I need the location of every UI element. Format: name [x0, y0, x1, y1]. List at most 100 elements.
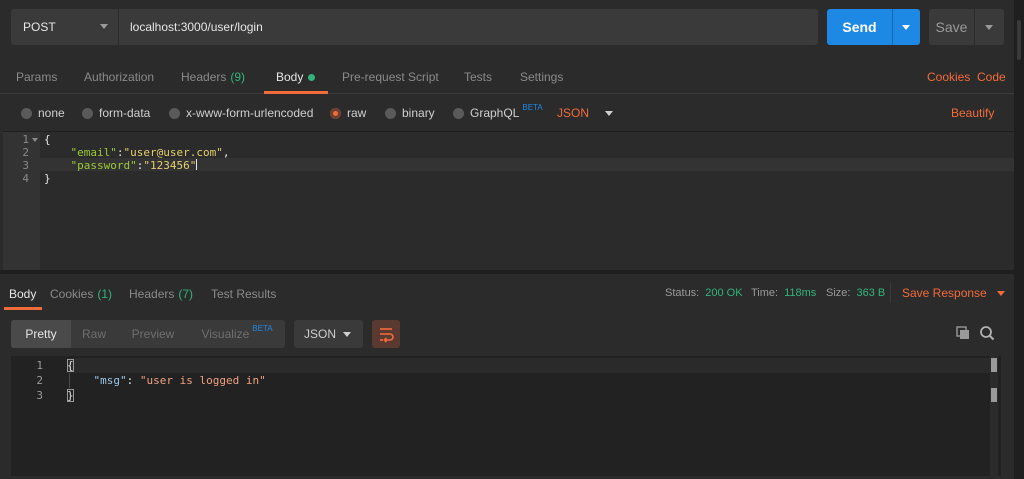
method-value: POST — [23, 20, 56, 34]
tab-count: (9) — [230, 70, 246, 84]
copy-icon[interactable] — [955, 325, 971, 341]
modified-dot-icon — [308, 73, 316, 81]
send-options-chevron-icon[interactable] — [902, 25, 910, 30]
tab-count: (7) — [178, 287, 194, 301]
request-body-editor[interactable]: 1 2 3 4 { "email":"user@user.com", "pass… — [3, 131, 1014, 271]
msg-key: "msg" — [93, 374, 127, 387]
response-tab-test-results[interactable]: Test Results — [211, 278, 276, 310]
view-label: Pretty — [25, 327, 57, 341]
status-value: 200 OK — [705, 287, 743, 299]
tab-label: Settings — [520, 70, 564, 84]
beautify-button[interactable]: Beautify — [951, 96, 994, 130]
code-line-3: "password":"123456" — [70, 159, 198, 172]
radio-label: form-data — [99, 106, 151, 120]
close-brace: } — [44, 172, 51, 185]
radio-none[interactable]: none — [21, 96, 65, 130]
view-raw[interactable]: Raw — [71, 320, 117, 348]
chevron-down-icon — [100, 24, 108, 29]
active-response-tab-indicator — [4, 307, 42, 310]
cookies-link[interactable]: Cookies — [927, 60, 970, 94]
tab-body[interactable]: Body — [276, 60, 316, 94]
beta-badge: BETA — [522, 102, 543, 112]
view-pretty[interactable]: Pretty — [11, 320, 71, 348]
line-number: 3 — [36, 389, 43, 402]
tab-label: Headers — [181, 70, 227, 84]
radio-form-data[interactable]: form-data — [82, 96, 150, 130]
tab-tests[interactable]: Tests — [464, 60, 492, 94]
radio-label: binary — [402, 106, 435, 120]
window-scrollbar-thumb[interactable] — [1017, 20, 1021, 60]
password-key: "password" — [70, 159, 137, 172]
window-scrollbar[interactable] — [1014, 0, 1024, 479]
tab-pre-request-script[interactable]: Pre-request Script — [342, 60, 439, 94]
response-format-value: JSON — [304, 327, 337, 341]
view-label: Preview — [131, 327, 175, 341]
tab-settings[interactable]: Settings — [520, 60, 563, 94]
radio-binary[interactable]: binary — [385, 96, 435, 130]
radio-circle-icon — [82, 107, 93, 119]
wrap-lines-button[interactable] — [372, 320, 400, 348]
tab-label: Headers — [129, 287, 175, 301]
radio-graphql[interactable]: GraphQL BETA — [453, 96, 543, 130]
save-label: Save — [935, 19, 968, 35]
msg-value: "user is logged in" — [139, 374, 266, 387]
save-response-button[interactable]: Save Response — [902, 278, 1005, 308]
save-response-label: Save Response — [902, 286, 987, 300]
response-tab-headers[interactable]: Headers (7) — [129, 278, 193, 310]
line-gutter: 1 2 3 4 — [3, 132, 40, 271]
tab-label: Params — [16, 70, 58, 84]
radio-circle-checked-icon — [330, 107, 341, 119]
beta-badge: BETA — [252, 323, 273, 333]
chevron-down-icon — [605, 110, 614, 116]
response-line-3: } — [67, 388, 74, 403]
radio-raw[interactable]: raw — [330, 96, 366, 130]
chevron-down-icon — [343, 332, 351, 337]
pane-splitter[interactable] — [0, 270, 1014, 274]
code-line-2: "email":"user@user.com", — [70, 146, 230, 159]
response-format-select[interactable]: JSON — [294, 320, 363, 348]
line-number: 4 — [22, 172, 29, 185]
status-readout: Status: 200 OK — [665, 278, 743, 308]
radio-label: GraphQL — [470, 106, 520, 120]
open-brace: { — [67, 359, 74, 372]
view-label: Visualize — [201, 327, 250, 341]
save-divider — [974, 9, 975, 45]
wrap-lines-icon — [380, 328, 394, 343]
tab-authorization[interactable]: Authorization — [84, 60, 154, 94]
url-input[interactable]: localhost:3000/user/login — [119, 9, 818, 45]
divider — [890, 283, 891, 303]
tab-label: Pre-request Script — [342, 70, 439, 84]
tab-headers[interactable]: Headers (9) — [181, 60, 245, 94]
view-visualize[interactable]: Visualize BETA — [189, 320, 285, 348]
radio-circle-icon — [169, 107, 180, 119]
open-brace: { — [44, 133, 51, 146]
text-cursor — [196, 159, 198, 170]
code-link[interactable]: Code — [977, 60, 1006, 94]
fold-chevron-icon[interactable] — [32, 138, 38, 142]
raw-format-select[interactable]: JSON — [557, 96, 614, 130]
raw-format-value: JSON — [557, 106, 590, 120]
response-scrollbar[interactable] — [990, 356, 998, 476]
send-button[interactable]: Send — [827, 9, 920, 45]
radio-label: none — [38, 106, 65, 120]
chevron-down-icon — [996, 290, 1005, 296]
tab-params[interactable]: Params — [16, 60, 57, 94]
tab-label: Cookies — [50, 287, 94, 301]
save-options-chevron-icon[interactable] — [985, 25, 993, 30]
response-body-viewer[interactable]: 1 2 3 { "msg": "user is logged in" } — [11, 356, 1001, 476]
response-tab-body[interactable]: Body — [9, 278, 36, 310]
tab-label: Body — [9, 287, 37, 301]
view-preview[interactable]: Preview — [117, 320, 189, 348]
line-number: 2 — [36, 374, 43, 387]
size-readout: Size: 363 B — [826, 278, 885, 308]
search-icon[interactable] — [979, 325, 995, 341]
scrollbar-thumb[interactable] — [991, 358, 997, 372]
method-select[interactable]: POST — [11, 9, 118, 45]
radio-x-www-form-urlencoded[interactable]: x-www-form-urlencoded — [169, 96, 313, 130]
time-readout: Time: 118ms — [751, 278, 816, 308]
view-mode-selector: Pretty Raw Preview Visualize BETA — [11, 320, 285, 348]
body-type-options: none form-data x-www-form-urlencoded raw… — [0, 96, 1014, 130]
save-button[interactable]: Save — [929, 9, 1004, 45]
response-tab-cookies[interactable]: Cookies (1) — [50, 278, 112, 310]
response-line-1: { — [67, 358, 74, 373]
